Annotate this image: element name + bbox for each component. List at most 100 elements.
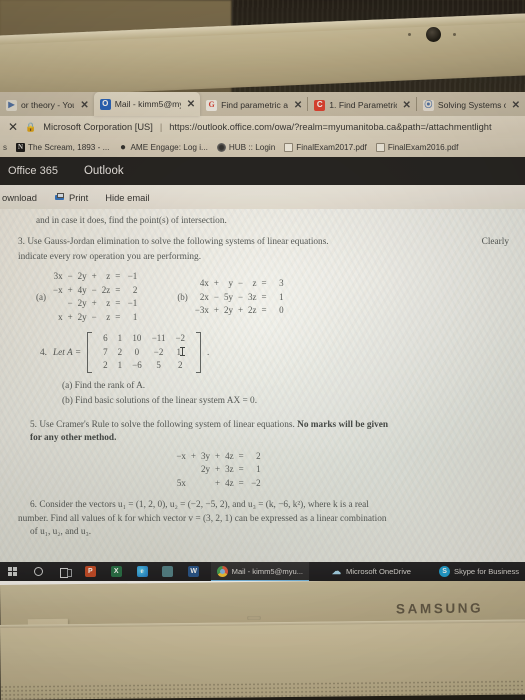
equation-row: 2x − 5y − 3z = 1 [193,291,286,305]
taskbar-app-word[interactable]: W [181,562,207,581]
bookmarks-overflow-label[interactable]: s [2,143,7,152]
taskbar-app-excel[interactable]: X [103,562,129,581]
operator [188,463,199,477]
tab-title: 1. Find Parametric [329,100,397,110]
taskbar-app-powerpoint[interactable]: P [77,562,103,581]
taskbar-window-skype[interactable]: S Skype for Business [433,562,525,581]
operator: − [237,278,244,289]
print-button[interactable]: Print [54,192,88,203]
term [174,463,188,477]
bookmark-label: FinalExam2017.pdf [296,143,367,152]
matrix-A: 6 1 10 −11 −2 7 2 0 −2 1 2 1 −6 5 2 [98,332,190,373]
bookmark-ame-engage[interactable]: ● AME Engage: Log i... [118,142,208,152]
teams-icon [162,566,174,577]
equals: = [115,311,121,322]
url-text[interactable]: https://outlook.office.com/owa/?realm=my… [169,122,491,132]
tab-title: Find parametric ar [221,100,288,110]
taskbar-app-teams[interactable] [155,562,181,581]
equation-row: 2y + 3z = 1 [174,463,262,477]
youtube-favicon-icon: ▶ [6,99,17,111]
taskbar-window-label: Skype for Business [454,566,520,576]
close-icon[interactable]: ✕ [510,100,520,111]
bookmark-hub-login[interactable]: HUB :: Login [216,143,276,152]
bookmark-label: HUB :: Login [228,143,276,152]
term: 4x [199,278,209,289]
browser-tab-solving-systems[interactable]: ⦿ Solving Systems o ✕ [417,94,525,116]
outlook-app-label[interactable]: Outlook [84,165,124,177]
system-b: (b) 4x + y − z = 3 2x − 5y − 3z = 1 −3x … [177,270,285,324]
question-4-number: 4. [40,347,47,358]
browser-tab-chegg[interactable]: C 1. Find Parametric ✕ [308,94,416,116]
operator: + [91,298,97,309]
download-button[interactable]: ownload [2,192,37,203]
brand-logo-samsung: SAMSUNG [395,600,484,617]
rhs: 1 [256,464,261,475]
start-button[interactable] [0,562,26,581]
term: 3z [225,464,234,475]
term: 5y [223,291,233,302]
equals: = [261,278,267,289]
stop-loading-icon[interactable]: ✕ [8,120,18,134]
browser-tab-youtube[interactable]: ▶ or theory - You ✕ [0,94,94,116]
bookmark-label: FinalExam2016.pdf [387,143,459,152]
close-icon[interactable]: ✕ [292,100,302,111]
term: 2z [101,284,111,295]
operator: + [190,450,196,461]
question-5-bold-2: for any other method. [30,433,117,444]
operator: + [67,311,73,322]
term: −x [53,284,63,295]
chegg-favicon-icon: C [314,99,326,111]
browser-tab-outlook-mail[interactable]: O Mail - kimm5@my ✕ [93,92,201,116]
scanned-exam-document[interactable]: and in case it does, find the point(s) o… [0,209,525,581]
google-favicon-icon: G [206,99,218,111]
close-icon[interactable]: ✕ [78,100,88,111]
operator: + [215,477,221,488]
taskbar-window-label: Microsoft OneDrive [346,566,412,576]
matrix-cell: 1 [117,360,123,371]
matrix-row: 7 2 0 −2 1 [98,346,190,360]
hide-email-button[interactable]: Hide email [105,192,149,203]
chrome-icon [216,565,228,577]
question-4-part-a: (a) Find the rank of A. [62,380,146,391]
bookmark-the-scream[interactable]: N The Scream, 1893 - ... [16,143,109,152]
close-icon[interactable]: ✕ [401,100,411,111]
question-5-number: 5. [30,419,37,430]
rhs: −2 [251,477,261,488]
pdf-icon [284,143,294,152]
question-6-line-3: of u₁, u₂, and u₃. [30,527,92,538]
bookmark-finalexam2016[interactable]: FinalExam2016.pdf [375,143,459,152]
task-view-button[interactable] [52,562,78,581]
laptop-photo-scene: ▶ or theory - You ✕ O Mail - kimm5@my ✕ … [0,0,525,700]
rhs: −1 [127,271,138,282]
equation-row: x + 2y − z = 1 [51,311,139,325]
office365-brand-label[interactable]: Office 365 [8,165,58,177]
lock-icon: 🔒 [25,121,37,132]
equation-row: 4x + y − z = 3 [193,277,286,291]
term: 2x [199,291,209,302]
site-identity-label: Microsoft Corporation [US] [43,122,153,132]
taskbar-window-onedrive[interactable]: ☁ Microsoft OneDrive [325,562,417,581]
taskbar-window-mail[interactable]: Mail - kimm5@myu... [210,562,310,581]
term: y [228,278,233,289]
term [199,477,212,491]
term [51,297,65,311]
rhs: −1 [127,298,138,309]
system-a-equations: 3x − 2y + z = −1 −x + 4y − 2z = 2 − 2y +… [51,270,139,324]
cortana-search-button[interactable] [26,562,52,581]
term: −x [176,450,186,461]
close-icon[interactable]: ✕ [185,99,195,110]
operator: + [67,284,73,295]
browser-address-bar[interactable]: ✕ 🔒 Microsoft Corporation [US] | https:/… [0,116,525,138]
bookmark-finalexam2017[interactable]: FinalExam2017.pdf [284,143,367,152]
equals: = [238,464,244,475]
question-6: 6. Consider the vectors u₁ = (1, 2, 0), … [18,499,509,539]
rhs: 3 [279,278,284,289]
taskbar-app-edge[interactable]: e [129,562,155,581]
rhs: 2 [132,284,138,295]
term: 2y [77,311,87,322]
excel-icon: X [110,566,122,577]
tab-title: or theory - You [21,100,75,110]
matrix-bracket-left [87,332,93,373]
netflix-icon: N [16,143,25,152]
browser-tab-google-search[interactable]: G Find parametric ar ✕ [200,94,307,116]
